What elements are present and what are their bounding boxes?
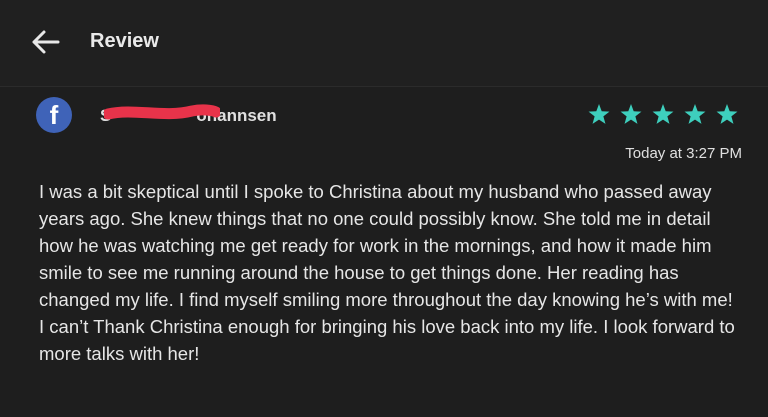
review-text: I was a bit skeptical until I spoke to C… — [39, 181, 735, 364]
arrow-left-icon[interactable] — [30, 29, 60, 55]
star-rating — [588, 104, 738, 124]
review-timestamp: Today at 3:27 PM — [625, 145, 742, 162]
star-icon — [716, 104, 738, 124]
star-icon — [620, 104, 642, 124]
facebook-icon: f — [36, 97, 72, 133]
star-icon — [652, 104, 674, 124]
facebook-glyph: f — [49, 100, 59, 130]
star-icon — [588, 104, 610, 124]
page-title: Review — [90, 30, 159, 52]
star-icon — [684, 104, 706, 124]
app-bar: Review — [0, 0, 768, 86]
divider — [0, 86, 768, 87]
redaction-mark — [104, 104, 220, 120]
